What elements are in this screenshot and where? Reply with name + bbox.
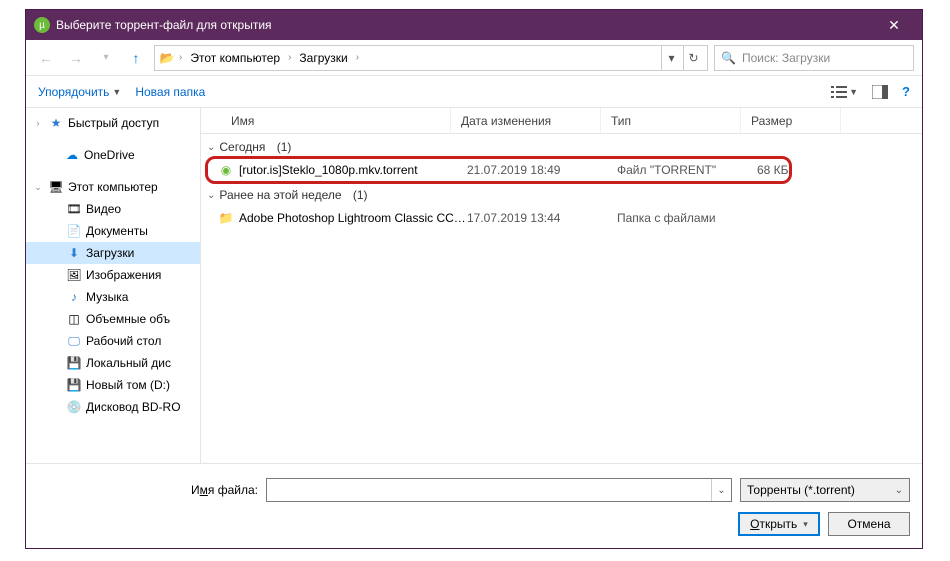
sidebar-quick-access[interactable]: ★Быстрый доступ bbox=[26, 112, 200, 134]
view-button[interactable]: ▼ bbox=[831, 85, 858, 99]
sidebar-documents[interactable]: 📄Документы bbox=[26, 220, 200, 242]
open-button[interactable]: Открыть▾ bbox=[738, 512, 820, 536]
col-type[interactable]: Тип bbox=[601, 108, 741, 133]
file-name: [rutor.is]Steklo_1080p.mkv.torrent bbox=[235, 163, 467, 177]
preview-pane-button[interactable] bbox=[872, 85, 888, 99]
breadcrumb[interactable]: 📂 › Этот компьютер › Загрузки › ▾ ↻ bbox=[154, 45, 708, 71]
folder-icon: 📂 bbox=[159, 51, 175, 65]
file-date: 17.07.2019 13:44 bbox=[467, 211, 617, 225]
column-headers: Имя Дата изменения Тип Размер bbox=[201, 108, 922, 134]
sidebar-videos[interactable]: 🎞Видео bbox=[26, 198, 200, 220]
file-list: Имя Дата изменения Тип Размер ⌄ Сегодня … bbox=[201, 108, 922, 463]
newfolder-button[interactable]: Новая папка bbox=[135, 85, 205, 99]
file-row-folder[interactable]: 📁 Adobe Photoshop Lightroom Classic CC .… bbox=[201, 206, 922, 230]
footer: Имя файла: ⌄ Торренты (*.torrent) ⌄ Откр… bbox=[26, 463, 922, 548]
titlebar: µ Выберите торрент-файл для открытия ✕ bbox=[26, 10, 922, 40]
chevron-down-icon: ⌄ bbox=[207, 190, 215, 201]
chevron-right-icon: › bbox=[354, 52, 361, 63]
search-input[interactable]: 🔍 Поиск: Загрузки bbox=[714, 45, 914, 71]
navbar: ← → ▾ ↑ 📂 › Этот компьютер › Загрузки › … bbox=[26, 40, 922, 76]
file-type: Папка с файлами bbox=[617, 211, 757, 225]
filename-dropdown[interactable]: ⌄ bbox=[711, 479, 731, 501]
window-title: Выберите торрент-файл для открытия bbox=[56, 18, 874, 32]
col-date[interactable]: Дата изменения bbox=[451, 108, 601, 133]
sidebar-music[interactable]: ♪Музыка bbox=[26, 286, 200, 308]
filename-label: Имя файла: bbox=[38, 483, 258, 497]
sidebar-3dobjects[interactable]: ◫Объемные объ bbox=[26, 308, 200, 330]
pictures-icon: 🖼 bbox=[66, 268, 82, 282]
star-icon: ★ bbox=[48, 116, 64, 130]
pc-icon: 🖥 bbox=[48, 180, 64, 194]
file-type: Файл "TORRENT" bbox=[617, 163, 757, 177]
refresh-button[interactable]: ↻ bbox=[683, 46, 703, 70]
sidebar-bdrom[interactable]: 💿Дисковод BD-RO bbox=[26, 396, 200, 418]
file-size: 68 КБ bbox=[757, 163, 857, 177]
video-icon: 🎞 bbox=[66, 202, 82, 216]
sidebar-this-pc[interactable]: 🖥Этот компьютер bbox=[26, 176, 200, 198]
group-earlier[interactable]: ⌄ Ранее на этой неделе (1) bbox=[201, 182, 922, 206]
breadcrumb-dropdown[interactable]: ▾ bbox=[661, 46, 681, 70]
sidebar-desktop[interactable]: 🖵Рабочий стол bbox=[26, 330, 200, 352]
filename-input[interactable]: ⌄ bbox=[266, 478, 732, 502]
download-icon: ⬇ bbox=[66, 246, 82, 260]
sidebar-pictures[interactable]: 🖼Изображения bbox=[26, 264, 200, 286]
search-placeholder: Поиск: Загрузки bbox=[742, 51, 830, 65]
search-icon: 🔍 bbox=[721, 51, 736, 65]
cloud-icon: ☁ bbox=[64, 148, 80, 162]
sidebar-downloads[interactable]: ⬇Загрузки bbox=[26, 242, 200, 264]
group-today[interactable]: ⌄ Сегодня (1) bbox=[201, 134, 922, 158]
up-button[interactable]: ↑ bbox=[124, 46, 148, 70]
col-size[interactable]: Размер bbox=[741, 108, 841, 133]
recent-dropdown[interactable]: ▾ bbox=[94, 46, 118, 70]
close-button[interactable]: ✕ bbox=[874, 17, 914, 34]
toolbar: Упорядочить▼ Новая папка ▼ ? bbox=[26, 76, 922, 108]
breadcrumb-folder[interactable]: Загрузки bbox=[295, 49, 351, 67]
torrent-file-icon: ◉ bbox=[217, 163, 235, 177]
sidebar-onedrive[interactable]: ☁OneDrive bbox=[26, 144, 200, 166]
sidebar: ★Быстрый доступ ☁OneDrive 🖥Этот компьюте… bbox=[26, 108, 201, 463]
chevron-right-icon: › bbox=[286, 52, 293, 63]
organize-menu[interactable]: Упорядочить▼ bbox=[38, 85, 121, 99]
sidebar-localdisk[interactable]: 💾Локальный дис bbox=[26, 352, 200, 374]
document-icon: 📄 bbox=[66, 224, 82, 238]
cancel-button[interactable]: Отмена bbox=[828, 512, 910, 536]
file-row-torrent[interactable]: ◉ [rutor.is]Steklo_1080p.mkv.torrent 21.… bbox=[201, 158, 922, 182]
sidebar-newvol[interactable]: 💾Новый том (D:) bbox=[26, 374, 200, 396]
desktop-icon: 🖵 bbox=[66, 334, 82, 349]
chevron-down-icon: ⌄ bbox=[895, 485, 903, 496]
help-button[interactable]: ? bbox=[902, 84, 910, 99]
forward-button[interactable]: → bbox=[64, 46, 88, 70]
drive-icon: 💾 bbox=[66, 356, 82, 370]
back-button[interactable]: ← bbox=[34, 46, 58, 70]
file-date: 21.07.2019 18:49 bbox=[467, 163, 617, 177]
app-icon: µ bbox=[34, 17, 50, 33]
chevron-down-icon: ⌄ bbox=[207, 142, 215, 153]
breadcrumb-root[interactable]: Этот компьютер bbox=[186, 49, 284, 67]
chevron-right-icon: › bbox=[177, 52, 184, 63]
drive-icon: 💾 bbox=[66, 378, 82, 392]
music-icon: ♪ bbox=[66, 290, 82, 304]
col-name[interactable]: Имя bbox=[201, 108, 451, 133]
file-open-dialog: µ Выберите торрент-файл для открытия ✕ ←… bbox=[25, 9, 923, 549]
folder-icon: 📁 bbox=[217, 211, 235, 225]
filter-select[interactable]: Торренты (*.torrent) ⌄ bbox=[740, 478, 910, 502]
disc-icon: 💿 bbox=[66, 400, 82, 414]
cube-icon: ◫ bbox=[66, 312, 82, 326]
file-name: Adobe Photoshop Lightroom Classic CC ... bbox=[235, 211, 467, 225]
